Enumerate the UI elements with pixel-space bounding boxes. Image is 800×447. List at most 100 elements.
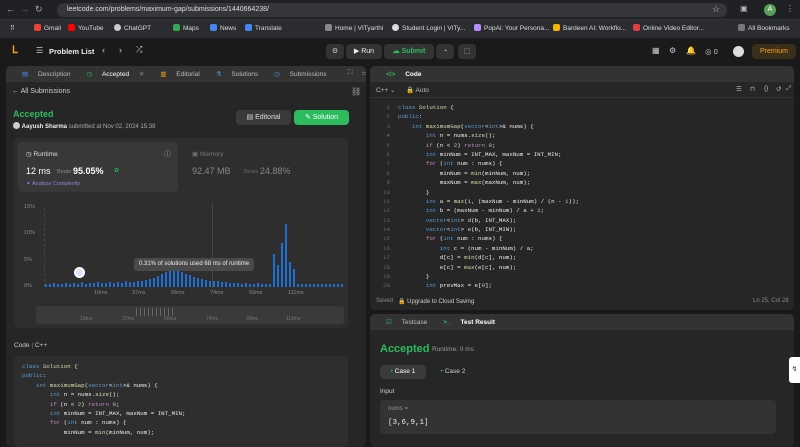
bookmark-icon[interactable]: ⊓ (750, 85, 755, 93)
problem-list-link[interactable]: Problem List (49, 47, 94, 56)
address-bar[interactable]: leetcode.com/problems/maximum-gap/submis… (57, 3, 727, 17)
format-icon[interactable]: ☰ (736, 85, 742, 93)
distribution-bar (105, 283, 107, 287)
back-to-submissions[interactable]: ← All Submissions (12, 88, 70, 95)
coin-count[interactable]: ◎ 0 (705, 47, 718, 56)
tab-solutions[interactable]: ⚗ Solutions (208, 70, 258, 78)
distribution-bar (161, 274, 163, 287)
bookmark-youtube[interactable]: YouTube (68, 23, 104, 35)
memory-box[interactable]: ▣ Memory 92.47 MB Beats 24.88% (182, 142, 344, 192)
bookmark-translate[interactable]: Translate (245, 23, 282, 35)
distribution-bar (225, 282, 227, 287)
problem-list-icon[interactable]: ☰ (36, 46, 43, 55)
distribution-bar (249, 284, 251, 287)
runtime-label: ◷ Runtime (26, 151, 58, 158)
leetcode-logo[interactable]: ᒪ (12, 45, 18, 56)
premium-button[interactable]: Premium (752, 44, 796, 59)
back-icon[interactable]: ← (6, 4, 15, 14)
next-problem-icon[interactable]: › (119, 45, 122, 55)
star-icon[interactable]: ☆ (712, 4, 720, 15)
distribution-bar (289, 261, 291, 287)
tab-code[interactable]: </> Code (378, 71, 421, 78)
bookmark-student-login[interactable]: Student Login | VITy... (392, 23, 465, 35)
brackets-icon[interactable]: {} (764, 85, 768, 92)
code-area[interactable]: class Solution { public: int maximumGap(… (398, 103, 788, 290)
submitted-code: class Solution { public: int maximumGap(… (14, 356, 348, 447)
distribution-bar (117, 282, 119, 287)
runtime-distribution-chart[interactable]: 15% 10% 5% 0% 19ms 37ms 56ms 74ms 93ms 1… (18, 198, 344, 298)
menu-icon[interactable]: ⋮ (786, 4, 794, 13)
runtime-box[interactable]: ◷ Runtime ⓘ 12 ms Beats 95.05% ✿ ✦ Analy… (18, 142, 178, 192)
bookmark-gmail[interactable]: Gmail (34, 23, 61, 35)
runtime-value: 12 ms (26, 166, 51, 176)
tab-editorial[interactable]: ▥ Editorial (152, 70, 199, 78)
tab-accepted[interactable]: ◷ Accepted ✕ (78, 70, 144, 78)
bookmark-news[interactable]: News (210, 23, 236, 35)
bookmark-all[interactable]: All Bookmarks (738, 23, 790, 35)
distribution-bar (321, 284, 323, 287)
distribution-bar (169, 270, 171, 287)
chart-tooltip: 0.31% of solutions used 68 ms of runtime (134, 258, 255, 271)
slider-tick: 93ms (246, 316, 259, 322)
distribution-bar (153, 277, 155, 287)
run-button[interactable]: ▶ Run (346, 44, 382, 59)
left-panel: ▤ Description ◷ Accepted ✕ ▥ Editorial ⚗… (6, 66, 366, 447)
result-tabs: ☑ Testcase >_ Test Result (370, 314, 794, 330)
extensions-icon[interactable]: ▣ (740, 4, 748, 13)
submit-button[interactable]: ☁ Submit (384, 44, 434, 59)
code-line-8: minNum = min(minNum, num); (22, 428, 155, 436)
param-value: [3,6,9,1] (388, 419, 429, 427)
forward-icon[interactable]: → (20, 4, 29, 14)
analyze-complexity-link[interactable]: ✦ Analyze Complexity (26, 181, 80, 187)
bookmark-vityarthi[interactable]: Home | VITyarthi (325, 23, 383, 35)
settings-icon[interactable]: ⚙ (669, 46, 676, 55)
username[interactable]: Aayush Sharma (22, 124, 67, 130)
prev-problem-icon[interactable]: ‹ (102, 45, 105, 55)
tab-submissions[interactable]: ◷ Submissions (266, 70, 326, 78)
case-2-tab[interactable]: • Case 2 (430, 365, 476, 379)
editorial-button[interactable]: ▤ Editorial (236, 110, 291, 125)
save-icon: 🔒 (398, 299, 408, 305)
link-icon[interactable]: ⛓ (351, 87, 361, 96)
distribution-bar (209, 280, 211, 287)
tab-testcase[interactable]: ☑ Testcase (378, 318, 427, 326)
tab-test-result[interactable]: >_ Test Result (435, 319, 495, 326)
upgrade-link[interactable]: 🔒 Upgrade to Cloud Saving (398, 298, 474, 305)
bookmark-chatgpt[interactable]: ChatGPT (114, 23, 151, 35)
distribution-bar (269, 284, 271, 287)
user-avatar[interactable] (733, 46, 744, 57)
avatar[interactable]: A (764, 4, 776, 16)
editor-tabs: </> Code (370, 66, 794, 82)
solution-button[interactable]: ✎ Solution (294, 110, 349, 125)
bookmark-maps[interactable]: Maps (173, 23, 199, 35)
case-1-tab[interactable]: • Case 1 (380, 365, 426, 379)
fullscreen-icon[interactable]: ⤢ (786, 85, 791, 93)
layout-icon[interactable]: ▦ (652, 46, 660, 55)
distribution-bar (261, 284, 263, 287)
bell-icon[interactable]: 🔔 (686, 46, 696, 55)
notes-button[interactable]: ◔ (436, 44, 454, 59)
language-select[interactable]: C++ ⌄ (376, 86, 396, 94)
apps-icon[interactable]: ⠿ (10, 23, 15, 35)
collapse-icon[interactable]: ▭ (362, 69, 366, 77)
x-tick: 74ms (210, 290, 224, 296)
distribution-bar (305, 284, 307, 287)
info-icon[interactable]: ⓘ (164, 149, 171, 159)
bookmark-popai[interactable]: PopAi: Your Persona... (474, 23, 549, 35)
debug-button[interactable]: ⚙ (326, 44, 344, 59)
shuffle-icon[interactable]: ⤮ (136, 45, 142, 55)
share-button[interactable]: ⬚ (458, 44, 476, 59)
user-position-marker[interactable] (74, 267, 85, 278)
distribution-bar (133, 282, 135, 287)
bookmark-bardeen[interactable]: Bardeen AI: Workflo... (553, 23, 626, 35)
x-tick: 111ms (288, 290, 304, 296)
range-slider[interactable]: 19ms 37ms 56ms 74ms 93ms 111ms (36, 306, 344, 324)
bookmark-video-editor[interactable]: Online Video Editor... (633, 23, 704, 35)
memory-label: ▣ Memory (192, 151, 224, 158)
reset-icon[interactable]: ↺ (776, 85, 781, 93)
reload-icon[interactable]: ↻ (35, 4, 43, 15)
side-handle[interactable]: ↯ (789, 357, 800, 383)
tab-description[interactable]: ▤ Description (14, 70, 70, 78)
maximize-icon[interactable]: ⛶ (348, 69, 353, 77)
auto-mode[interactable]: 🔒 Auto (406, 86, 429, 94)
